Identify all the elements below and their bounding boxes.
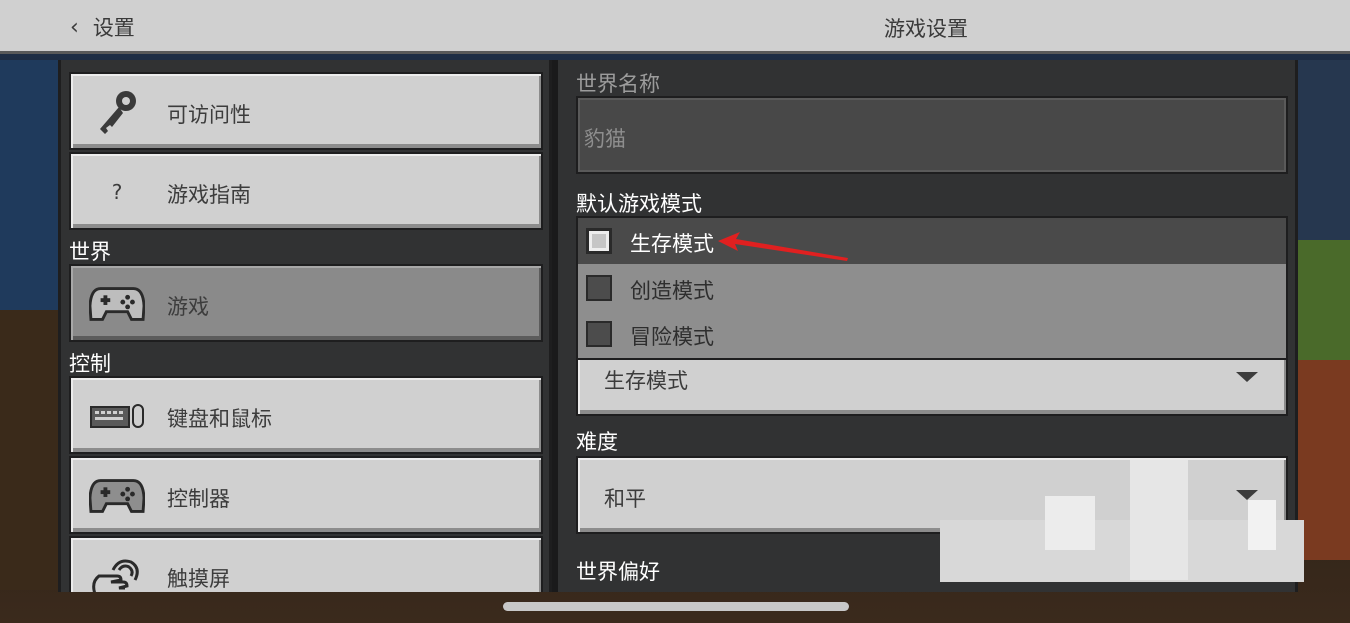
section-header-world: 世界 [69,240,111,264]
world-preferences-label: 世界偏好 [576,560,660,584]
difficulty-value: 和平 [604,487,646,511]
game-mode-option-adventure[interactable]: 冒险模式 [578,311,1286,357]
sidebar-item-label: 控制器 [167,487,230,511]
option-label: 冒险模式 [630,325,714,349]
game-mode-option-survival[interactable]: 生存模式 [578,218,1286,264]
gamepad-icon [89,280,145,328]
page-title: 游戏设置 [884,17,968,41]
chevron-down-icon [1236,490,1258,500]
sidebar-item-accessibility[interactable]: 可访问性 [69,72,543,150]
sidebar-item-label: 键盘和鼠标 [167,407,272,431]
redaction-block [1045,496,1095,550]
sidebar-item-game-guide[interactable]: ? 游戏指南 [69,152,543,230]
redaction-block [1130,460,1188,580]
sidebar-item-label: 游戏 [167,295,209,319]
settings-sidebar: 可访问性 ? 游戏指南 世界 游戏 控制 键盘和鼠标 控制器 触摸屏 [58,60,552,592]
option-label: 创造模式 [630,279,714,303]
key-icon [89,88,145,136]
sidebar-item-game[interactable]: 游戏 [69,264,543,342]
controller-icon [89,472,145,520]
game-mode-value: 生存模式 [604,369,688,393]
sidebar-item-label: 游戏指南 [167,183,251,207]
home-indicator [503,602,849,611]
checkbox-icon [586,275,612,301]
option-label: 生存模式 [630,232,714,256]
world-name-input[interactable]: 豹猫 [576,96,1288,174]
game-mode-option-creative[interactable]: 创造模式 [578,265,1286,311]
sidebar-item-label: 触摸屏 [167,567,230,591]
game-mode-label: 默认游戏模式 [576,192,702,216]
sidebar-item-label: 可访问性 [167,103,251,127]
top-bar: ‹ 设置 游戏设置 [0,0,1350,54]
section-header-controls: 控制 [69,352,111,376]
difficulty-label: 难度 [576,430,618,454]
question-icon: ? [111,180,123,204]
keyboard-mouse-icon [89,392,145,440]
chevron-down-icon [1236,372,1258,382]
sidebar-item-keyboard-mouse[interactable]: 键盘和鼠标 [69,376,543,454]
sidebar-item-controller[interactable]: 控制器 [69,456,543,534]
world-name-label: 世界名称 [576,72,660,96]
annotation-arrow-icon [718,232,848,261]
redaction-block [1248,500,1276,550]
touch-icon [89,552,145,592]
checkbox-icon [586,321,612,347]
world-name-value: 豹猫 [584,127,626,151]
game-mode-options-list: 生存模式 创造模式 冒险模式 [576,216,1288,360]
sidebar-item-touchscreen[interactable]: 触摸屏 [69,536,543,592]
checkbox-icon [586,228,612,254]
